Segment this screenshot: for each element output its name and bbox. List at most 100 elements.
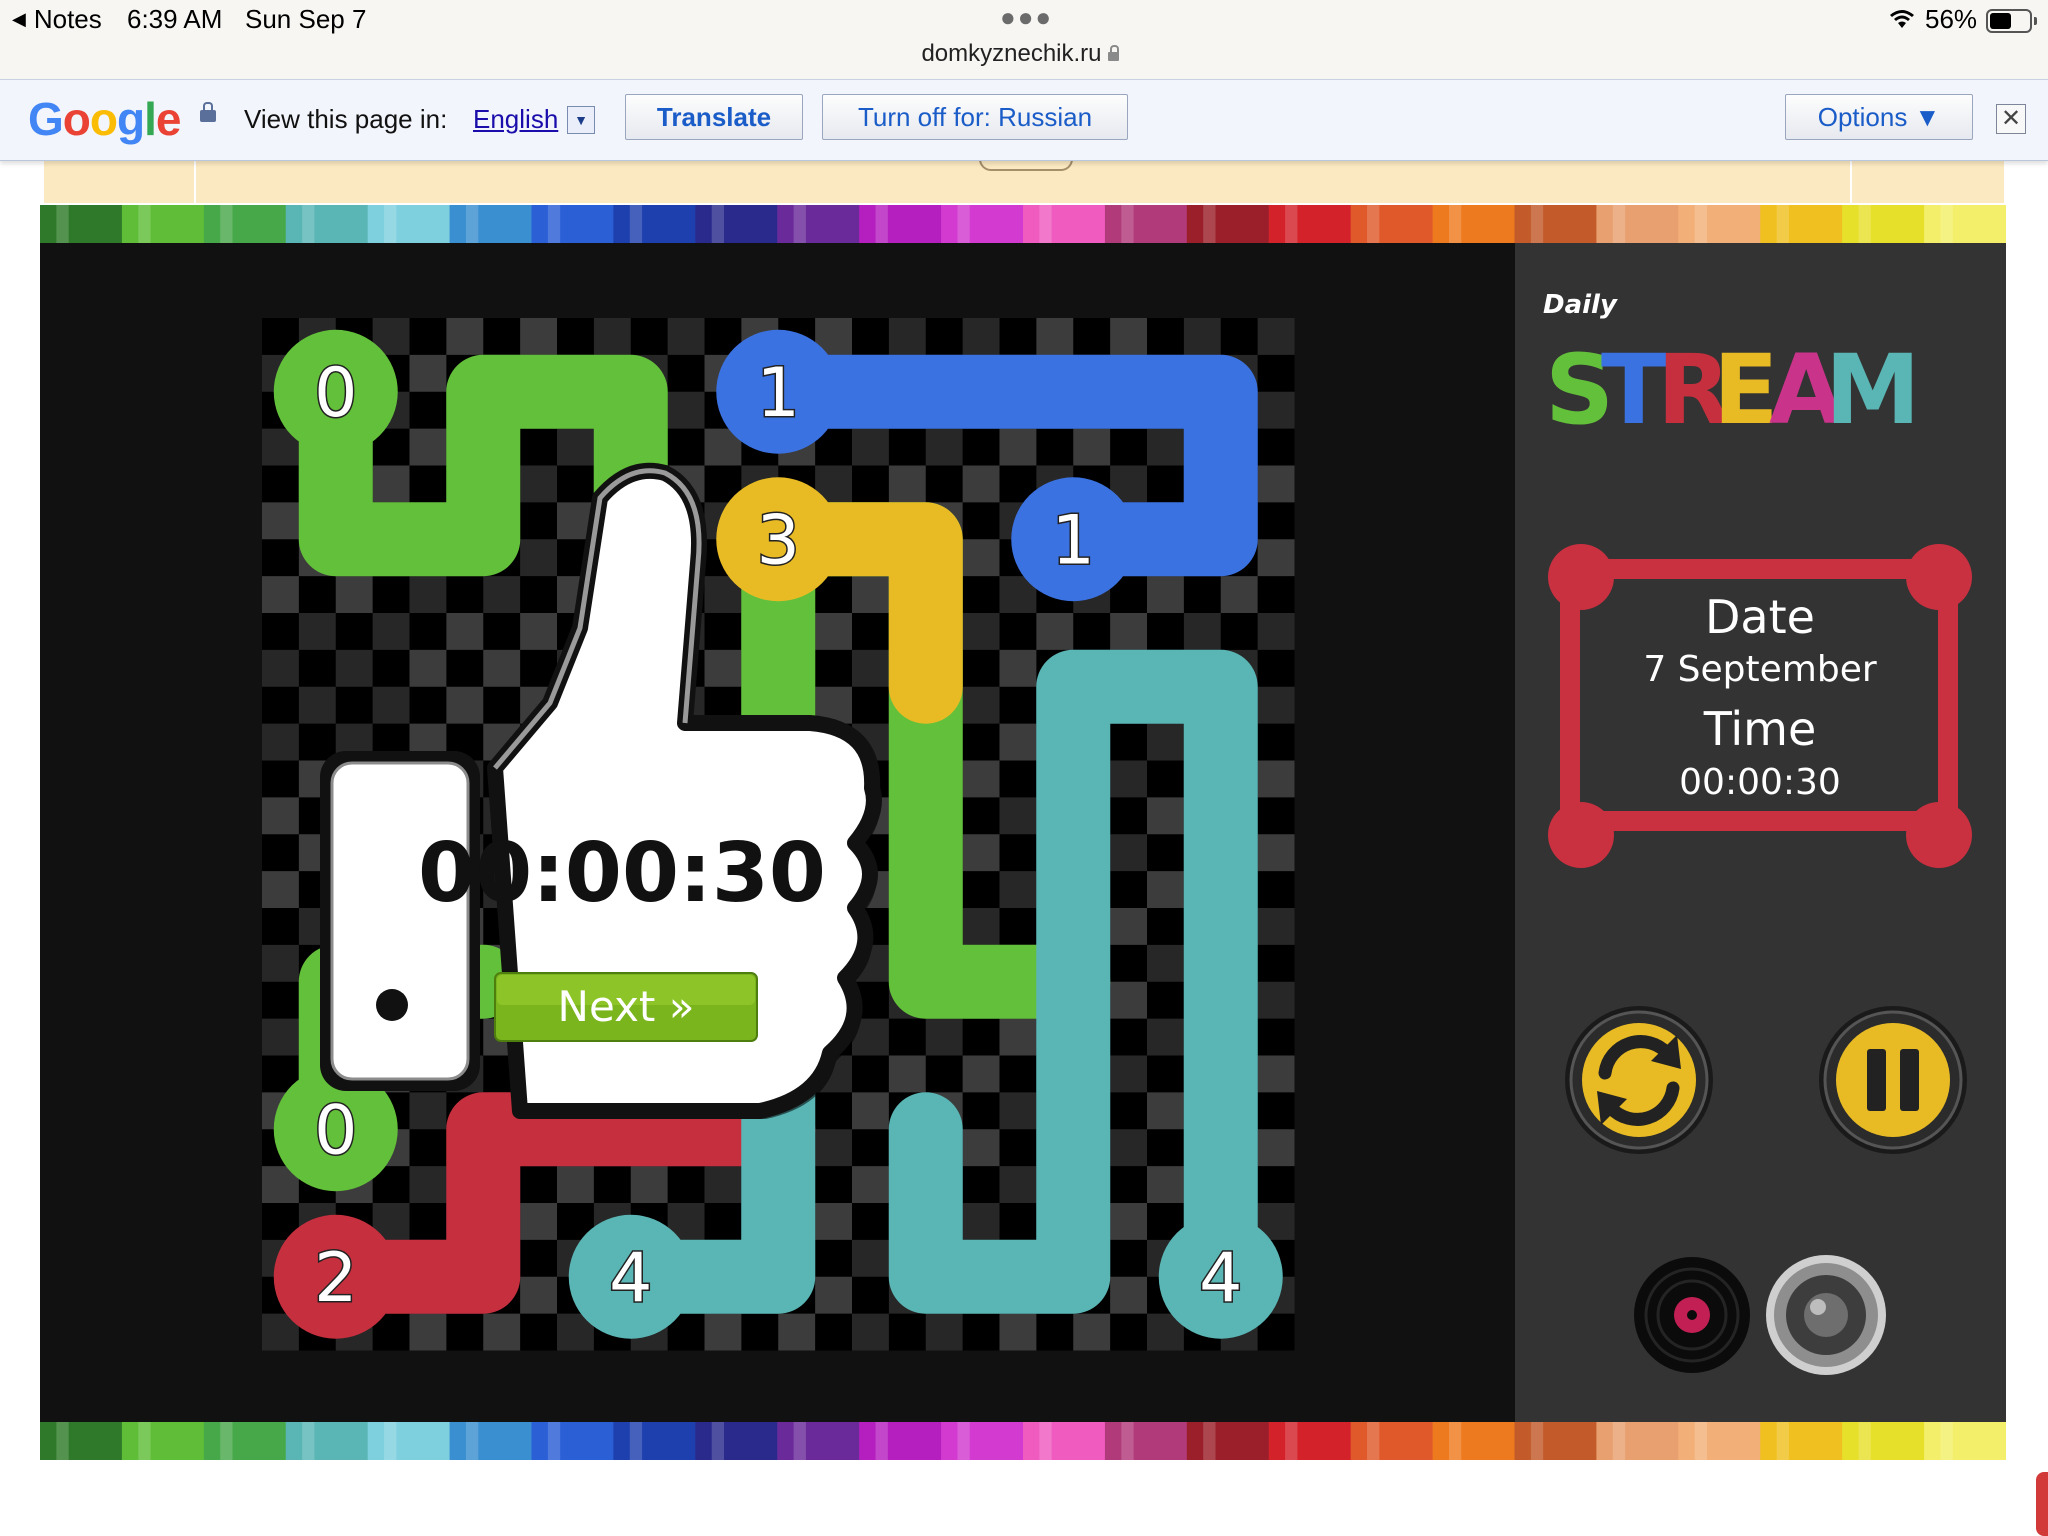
pencil-stripe <box>1924 1422 2006 1460</box>
pencil-highlight <box>220 205 233 243</box>
pencil-highlight <box>1039 205 1052 243</box>
logo-daily: Daily <box>1543 290 1618 320</box>
pencil-highlight <box>56 205 69 243</box>
stream-logo: STREAM <box>1545 334 1921 446</box>
endpoint-yellow-3[interactable]: 3 <box>716 477 841 602</box>
pencil-stripe <box>203 1422 287 1460</box>
pencil-stripe <box>1842 1422 1926 1460</box>
logo-letter: M <box>1825 334 1921 446</box>
pencil-stripe <box>695 205 779 243</box>
endpoint-red-2[interactable]: 2 <box>273 1214 398 1339</box>
pencil-highlight <box>1448 205 1462 243</box>
pencil-highlight <box>1858 205 1871 243</box>
endpoint-green-0[interactable]: 0 <box>273 329 398 454</box>
close-icon[interactable]: ✕ <box>1996 104 2026 134</box>
pencil-stripe <box>1186 205 1270 243</box>
pencil-highlight <box>56 1422 69 1460</box>
pencil-stripe <box>1924 205 2006 243</box>
pencil-highlight <box>957 1422 970 1460</box>
pencil-stripe <box>531 205 615 243</box>
pencil-stripe <box>613 205 697 243</box>
pencil-highlight <box>465 1422 479 1460</box>
endpoint-label: 1 <box>757 354 800 433</box>
pencil-stripe <box>285 205 369 243</box>
pencil-stripe <box>695 1422 779 1460</box>
pencil-highlight <box>1694 1422 1708 1460</box>
endpoint-teal-4[interactable]: 4 <box>1158 1214 1283 1339</box>
pencil-highlight <box>302 1422 315 1460</box>
back-label: Notes <box>33 4 102 34</box>
pencil-stripe <box>203 205 287 243</box>
pencil-stripe <box>777 1422 861 1460</box>
endpoint-label: 3 <box>757 501 800 580</box>
side-panel: Daily STREAM Date 7 September Time 00:00… <box>1515 243 2006 1423</box>
turn-off-button[interactable]: Turn off for: Russian <box>822 94 1128 140</box>
header-divider <box>194 159 196 203</box>
endpoint-label: 1 <box>1052 501 1095 580</box>
options-button[interactable]: Options ▼ <box>1785 94 1973 140</box>
pencil-stripe <box>40 1422 123 1460</box>
pencil-stripe <box>1432 205 1516 243</box>
language-link[interactable]: English <box>473 104 558 135</box>
address-bar[interactable]: domkyznechik.ru <box>900 40 1140 68</box>
pencil-highlight <box>1530 205 1544 243</box>
page-scroll-tab[interactable] <box>2036 1472 2048 1536</box>
music-toggle[interactable] <box>1634 1257 1750 1373</box>
pencil-highlight <box>1285 1422 1298 1460</box>
pencil-highlight <box>1776 1422 1789 1460</box>
sound-toggle[interactable] <box>1766 1255 1886 1375</box>
endpoint-blue-1[interactable]: 1 <box>1011 477 1136 602</box>
pencil-highlight <box>957 205 970 243</box>
endpoint-blue-1[interactable]: 1 <box>716 329 841 454</box>
language-dropdown-icon[interactable]: ▼ <box>567 106 595 134</box>
pencil-highlight <box>1776 205 1789 243</box>
pencil-stripe <box>1760 1422 1844 1460</box>
pencil-highlight <box>220 1422 233 1460</box>
next-button[interactable]: Next » <box>494 972 758 1042</box>
pencil-stripe <box>121 205 205 243</box>
pencil-stripe <box>1023 205 1106 243</box>
pencil-stripe <box>367 1422 451 1460</box>
back-to-notes[interactable]: ◀ Notes <box>12 4 102 35</box>
pencil-highlight <box>875 1422 888 1460</box>
pencil-stripe <box>941 1422 1024 1460</box>
pencil-stripe <box>777 205 861 243</box>
pencil-stripe <box>121 1422 205 1460</box>
pencil-stripe <box>1104 1422 1188 1460</box>
side-panel-graphics: Daily STREAM Date 7 September Time 00:00… <box>1543 290 1972 1375</box>
pencil-stripe <box>1268 205 1352 243</box>
pencil-highlight <box>793 1422 806 1460</box>
pencil-stripe <box>1104 205 1188 243</box>
pencil-stripe <box>449 1422 533 1460</box>
pencil-stripe <box>1596 205 1680 243</box>
restart-button[interactable] <box>1565 1006 1713 1154</box>
endpoint-label: 0 <box>314 354 357 433</box>
pause-button[interactable] <box>1819 1006 1967 1154</box>
pencil-stripe <box>1186 1422 1270 1460</box>
endpoint-label: 0 <box>314 1091 357 1170</box>
pencil-highlight <box>1121 205 1134 243</box>
pencil-stripe <box>1678 205 1762 243</box>
pencil-highlight <box>465 205 479 243</box>
multitask-dots-icon[interactable]: ●●● <box>1000 2 1053 33</box>
translate-button[interactable]: Translate <box>625 94 803 140</box>
cuff-button-icon <box>376 989 408 1021</box>
pencil-highlight <box>547 1422 561 1460</box>
pencil-stripe <box>613 1422 697 1460</box>
time-label: Time <box>1703 702 1817 756</box>
pencil-highlight <box>1367 1422 1380 1460</box>
lock-icon <box>1107 45 1119 61</box>
pencil-highlight <box>1203 1422 1216 1460</box>
pencil-highlight <box>138 205 151 243</box>
ios-status-bar: ◀ Notes 6:39 AM Sun Sep 7 ●●● domkyznechi… <box>0 0 2048 80</box>
pencil-stripe <box>367 205 451 243</box>
pencil-highlight <box>1858 1422 1871 1460</box>
endpoint-teal-4[interactable]: 4 <box>568 1214 693 1339</box>
next-button-label: Next » <box>558 982 695 1031</box>
pencil-stripe <box>285 1422 369 1460</box>
pencil-highlight <box>302 205 315 243</box>
pencil-border-bottom <box>40 1422 2006 1460</box>
pencil-highlight <box>138 1422 151 1460</box>
time-value: 00:00:30 <box>1679 762 1841 803</box>
pencil-highlight <box>1367 205 1380 243</box>
